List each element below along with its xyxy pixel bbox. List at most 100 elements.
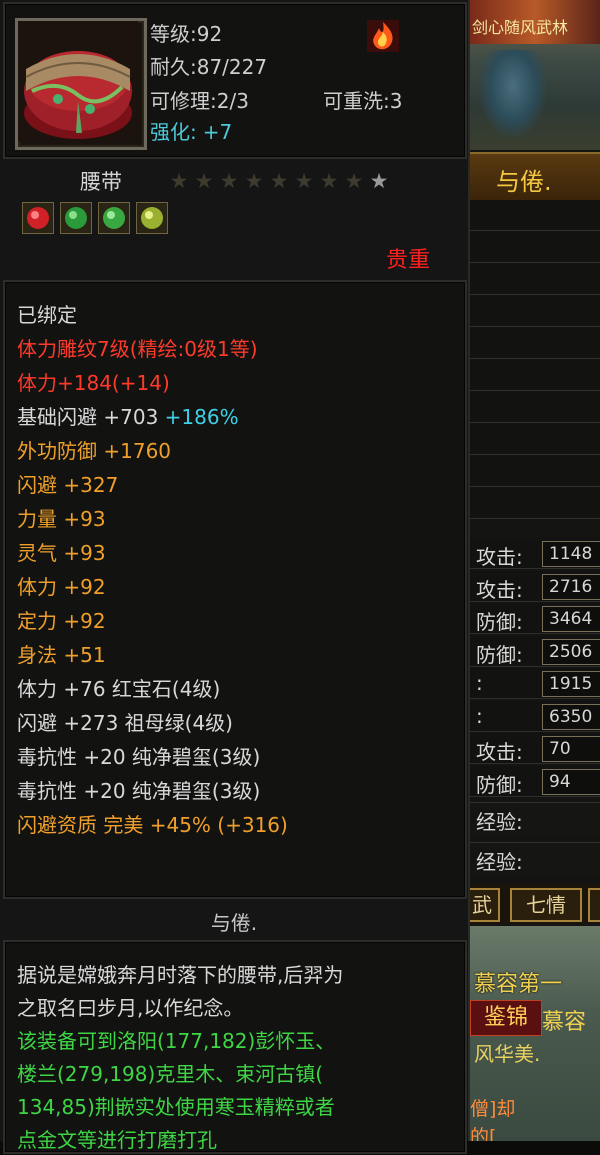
stat-text: 体力 +76 红宝石(4级): [17, 677, 221, 701]
star-icon: ★: [169, 169, 189, 193]
star-icon: ★: [244, 169, 264, 193]
attribute-value: 1148: [542, 541, 600, 567]
star-icon: ★: [269, 169, 289, 193]
attribute-label: 防御:: [476, 642, 523, 667]
stat-line: 体力 +92: [17, 572, 106, 602]
attr-row-empty: [470, 232, 600, 263]
attribute-value: 2506: [542, 638, 600, 665]
stat-text: 闪避资质 完美 +45% (+316): [17, 813, 288, 837]
attribute-row: 防御: 94: [470, 765, 600, 797]
stat-line: 闪避资质 完美 +45% (+316): [17, 810, 288, 840]
stat-line: 定力 +92: [17, 606, 106, 636]
attribute-value: 2716: [542, 573, 600, 600]
description-line: 之取名曰步月,以作纪念。: [17, 996, 244, 1020]
enhance-row: 强化: +7: [150, 116, 232, 145]
gem-slot: [22, 202, 54, 234]
description-line: 134,85)荆嵌实处使用寒玉精粹或者: [17, 1095, 335, 1119]
attribute-row: : 6350: [470, 700, 600, 732]
tab-qiqing[interactable]: 七情: [510, 888, 582, 922]
tab-row: 武 七情: [470, 884, 600, 924]
repair-text: 可修理:2/3: [150, 89, 249, 113]
stat-line: 已绑定: [17, 300, 77, 330]
stat-text: +186%: [164, 405, 239, 429]
durability-text: 耐久:87/227: [150, 55, 268, 79]
attr-row-empty: [470, 200, 600, 231]
star-icon: ★: [194, 169, 214, 193]
gem-slot: [60, 202, 92, 234]
exp-row: 经验:: [470, 842, 600, 875]
stat-text: 体力 +92: [17, 575, 106, 599]
tab-next[interactable]: [588, 888, 600, 922]
character-name: 与倦.: [496, 168, 552, 196]
scene-banner: 剑心随风武林: [470, 0, 600, 44]
stat-line: 毒抗性 +20 纯净碧玺(3级): [17, 742, 260, 772]
rewash-text: 可重洗:3: [323, 89, 403, 113]
scene-image-bottom: 慕容第一 鉴锦 慕容 风华美. 僧]却 的[: [470, 926, 600, 1141]
star-icon: ★: [319, 169, 339, 193]
item-icon: [15, 18, 147, 150]
stat-line: 体力+184(+14): [17, 368, 170, 398]
attribute-value: 3464: [542, 606, 600, 632]
stat-text: 外功防御 +1760: [17, 439, 172, 463]
star-icon: ★: [294, 169, 314, 193]
attr-row-empty: [470, 264, 600, 295]
quality-text: 贵重: [386, 248, 431, 273]
item-type: 腰带: [80, 170, 122, 194]
scene-label: 慕容第一: [474, 972, 563, 997]
scene-label: 慕容: [542, 1010, 587, 1035]
attribute-row: : 1915: [470, 668, 600, 699]
ruby-gem-icon: [27, 207, 49, 229]
exp-label: 经验:: [476, 810, 523, 834]
stat-text: 毒抗性 +20 纯净碧玺(3级): [17, 745, 261, 769]
exp-row: 经验:: [470, 802, 600, 835]
attribute-row: 攻击: 1148: [470, 538, 600, 569]
attr-row-empty: [470, 296, 600, 327]
stat-line: 灵气 +93: [17, 538, 106, 568]
tab-martial[interactable]: 武: [470, 888, 500, 922]
emerald-gem-icon: [65, 207, 87, 229]
attribute-label: 防御:: [476, 772, 523, 797]
stat-line: 身法 +51: [17, 640, 106, 670]
enhance-value: +7: [202, 120, 233, 144]
guild-badge: 鉴锦: [470, 1000, 542, 1036]
stat-line: 毒抗性 +20 纯净碧玺(3级): [17, 776, 260, 806]
tourmaline-gem-icon: [141, 207, 163, 229]
attribute-label: :: [476, 703, 483, 728]
description-line: 据说是嫦娥奔月时落下的腰带,后羿为: [17, 963, 344, 987]
stat-text: 毒抗性 +20 纯净碧玺(3级): [17, 779, 261, 803]
belt-icon: [18, 21, 138, 141]
star-icon: ★: [369, 169, 389, 193]
stat-line: 闪避 +273 祖母绿(4级): [17, 708, 233, 738]
attribute-row: 攻击: 2716: [470, 570, 600, 602]
tooltip-header-panel: 等级:92 耐久:87/227 可修理:2/3 可重洗:3 强化: +7: [3, 2, 467, 159]
attr-row-empty: [470, 360, 600, 391]
attr-row-empty: [470, 456, 600, 487]
description-line: 点金文等进行打磨打孔: [17, 1128, 217, 1152]
character-panel-background: 剑心随风武林 与倦. 攻击: 1148 攻击: 2716 防御: 3464 防御: 2506:…: [470, 0, 600, 1141]
attribute-row: 防御: 3464: [470, 603, 600, 634]
attr-row-empty: [470, 392, 600, 423]
stat-text: 定力 +92: [17, 609, 106, 633]
enhance-label: 强化:: [150, 120, 197, 144]
item-tooltip: 等级:92 耐久:87/227 可修理:2/3 可重洗:3 强化: +7 腰带 ★…: [0, 0, 470, 1154]
attr-row-empty: [470, 328, 600, 359]
attribute-label: 攻击:: [476, 577, 523, 602]
peacock-image: [478, 50, 548, 140]
attribute-row: 攻击: 70: [470, 733, 600, 764]
star-icon: ★: [344, 169, 364, 193]
attribute-label: 防御:: [476, 610, 523, 634]
flame-badge-icon: [367, 20, 399, 52]
attribute-row: 防御: 2506: [470, 635, 600, 667]
star-icon: ★: [219, 169, 239, 193]
chat-line: 的[: [470, 1126, 497, 1141]
gem-slot: [98, 202, 130, 234]
tourmaline-gem-icon: [103, 207, 125, 229]
attribute-value: 94: [542, 768, 600, 795]
description-panel: 据说是嫦娥奔月时落下的腰带,后羿为 之取名曰步月,以作纪念。该装备可到洛阳(177…: [3, 940, 467, 1154]
description-line: 该装备可到洛阳(177,182)彭怀玉、: [17, 1029, 336, 1053]
attribute-label: :: [476, 671, 483, 695]
attribute-label: 攻击:: [476, 545, 523, 569]
chat-line: 僧]却: [470, 1098, 516, 1120]
stat-line: 力量 +93: [17, 504, 106, 534]
stat-text: 体力雕纹7级(精绘:0级1等): [17, 337, 258, 361]
